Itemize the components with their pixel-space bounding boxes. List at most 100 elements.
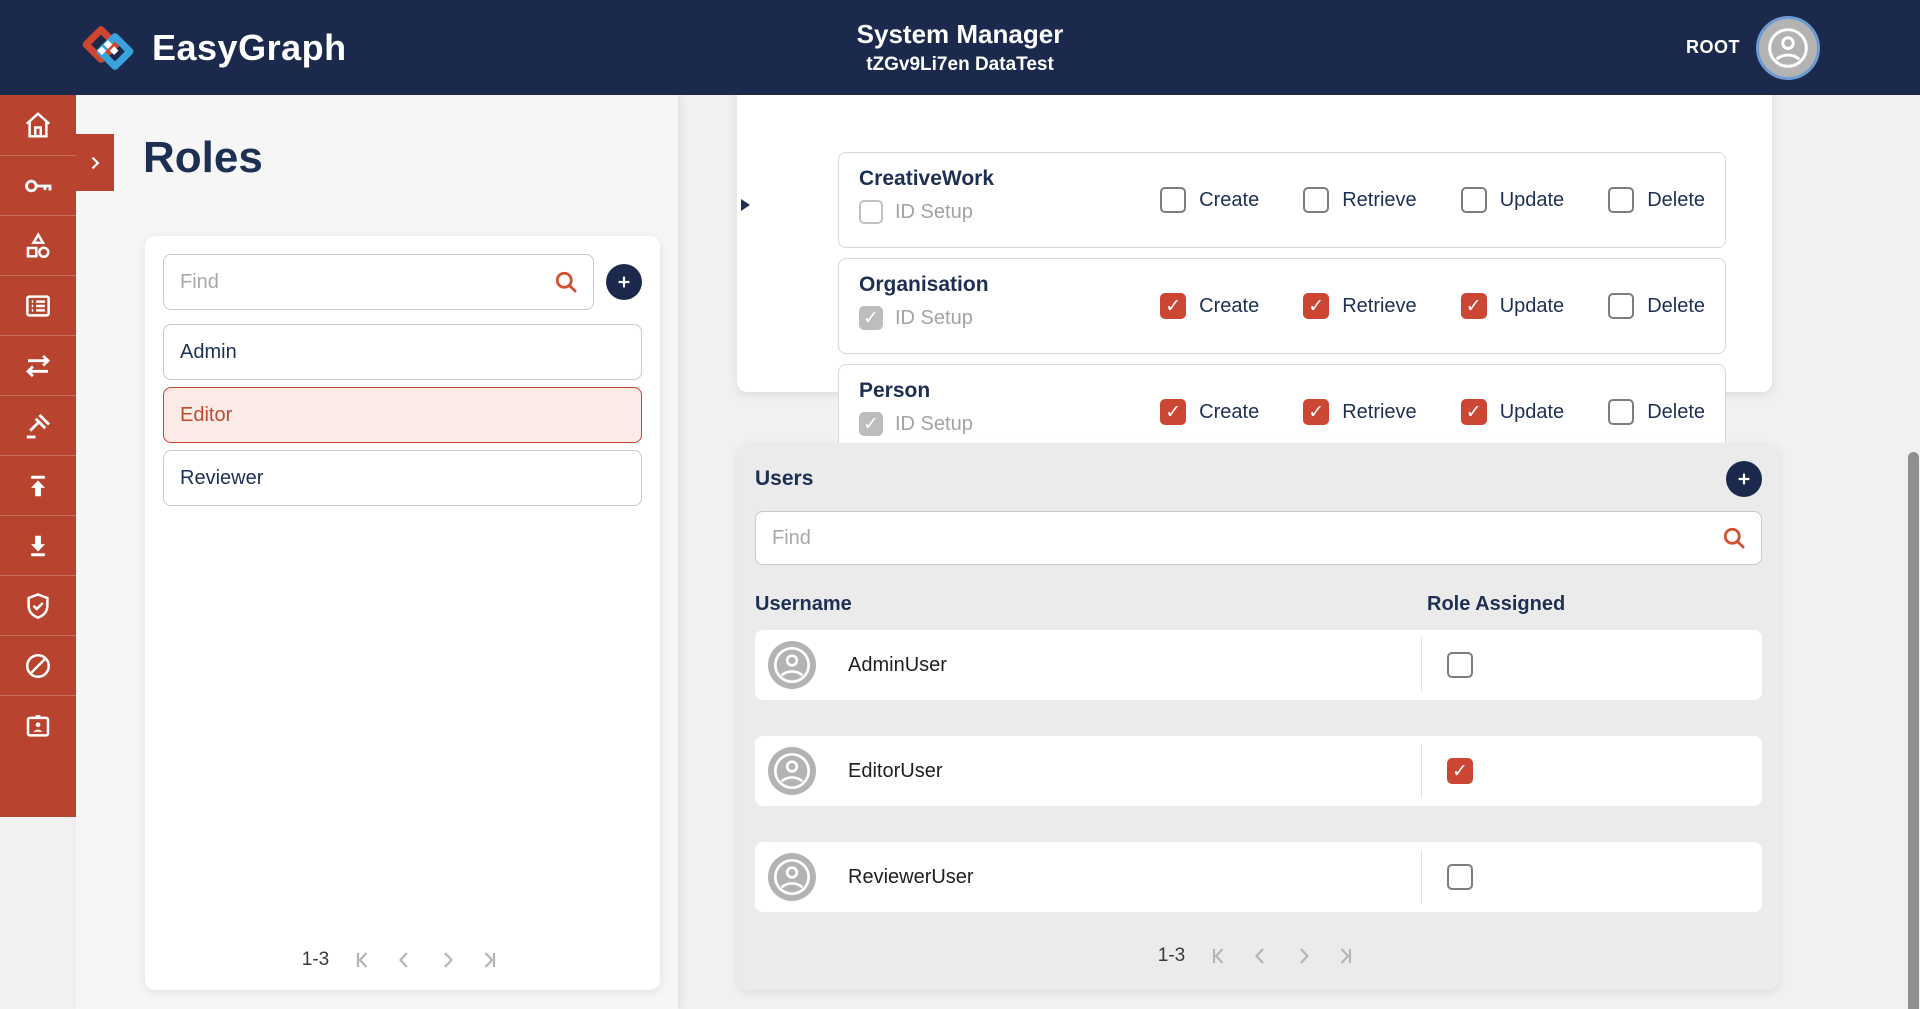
roles-first-page-button[interactable]	[349, 946, 377, 974]
upload-icon	[24, 472, 52, 500]
retrieve-checkbox[interactable]	[1303, 187, 1329, 213]
last-page-icon	[477, 948, 501, 972]
update-label: Update	[1500, 401, 1565, 424]
person-icon	[772, 645, 812, 685]
sidebar-item-security[interactable]	[0, 575, 76, 635]
update-checkbox[interactable]	[1461, 399, 1487, 425]
dataset-subtitle: tZGv9Li7en DataTest	[866, 54, 1054, 76]
retrieve-label: Retrieve	[1342, 401, 1416, 424]
retrieve-label: Retrieve	[1342, 189, 1416, 212]
first-page-icon	[1207, 944, 1231, 968]
users-search-input[interactable]	[755, 511, 1762, 565]
app-header: EasyGraph System Manager tZGv9Li7en Data…	[0, 0, 1920, 95]
gavel-icon	[23, 411, 53, 441]
id-setup-checkbox	[859, 200, 883, 224]
create-label: Create	[1199, 189, 1259, 212]
permission-row-creativework: CreativeWork ID Setup Create Retrieve Up…	[838, 152, 1726, 248]
swap-arrows-icon	[22, 350, 54, 382]
users-pagination: 1-3	[737, 942, 1780, 970]
retrieve-checkbox[interactable]	[1303, 399, 1329, 425]
delete-label: Delete	[1647, 189, 1705, 212]
sidebar-expand-tab[interactable]	[76, 134, 114, 191]
users-title: Users	[755, 467, 813, 491]
roles-next-page-button[interactable]	[433, 946, 461, 974]
permission-row-organisation: Organisation ID Setup Create Retrieve Up…	[838, 258, 1726, 354]
create-checkbox[interactable]	[1160, 399, 1186, 425]
users-last-page-button[interactable]	[1331, 942, 1359, 970]
delete-label: Delete	[1647, 295, 1705, 318]
id-setup-checkbox	[859, 412, 883, 436]
chevron-right-icon	[85, 153, 105, 173]
column-divider	[1421, 638, 1422, 692]
add-user-button[interactable]	[1726, 461, 1762, 497]
users-prev-page-button[interactable]	[1247, 942, 1275, 970]
user-row-adminuser: AdminUser	[755, 630, 1762, 700]
delete-checkbox[interactable]	[1608, 293, 1634, 319]
sidebar-item-blocked[interactable]	[0, 635, 76, 695]
home-icon	[23, 110, 53, 140]
role-item-editor[interactable]: Editor	[163, 387, 642, 443]
delete-checkbox[interactable]	[1608, 399, 1634, 425]
sidebar-item-accounts[interactable]	[0, 695, 76, 755]
person-icon	[772, 857, 812, 897]
roles-last-page-button[interactable]	[475, 946, 503, 974]
delete-label: Delete	[1647, 401, 1705, 424]
sidebar-item-transfer[interactable]	[0, 335, 76, 395]
create-checkbox[interactable]	[1160, 187, 1186, 213]
delete-checkbox[interactable]	[1608, 187, 1634, 213]
column-header-role-assigned: Role Assigned	[1427, 593, 1565, 616]
sidebar-item-build[interactable]	[0, 395, 76, 455]
main-content: CreativeWork ID Setup Create Retrieve Up…	[678, 95, 1920, 1009]
sidebar-item-home[interactable]	[0, 95, 76, 155]
create-label: Create	[1199, 401, 1259, 424]
role-item-admin[interactable]: Admin	[163, 324, 642, 380]
role-item-reviewer[interactable]: Reviewer	[163, 450, 642, 506]
download-icon	[24, 532, 52, 560]
sidebar-item-records[interactable]	[0, 275, 76, 335]
sidebar-item-roles[interactable]	[0, 155, 76, 215]
column-divider	[1421, 744, 1422, 798]
id-setup-label: ID Setup	[895, 201, 973, 224]
plus-icon	[1734, 469, 1754, 489]
users-card: Users Username Role Assigned	[737, 443, 1780, 990]
roles-search-input[interactable]	[163, 254, 594, 310]
roles-card: Admin Editor Reviewer 1-3	[145, 236, 660, 990]
user-avatar[interactable]	[1756, 16, 1820, 80]
sidebar-item-download[interactable]	[0, 515, 76, 575]
ban-icon	[23, 651, 53, 681]
update-checkbox[interactable]	[1461, 187, 1487, 213]
users-first-page-button[interactable]	[1205, 942, 1233, 970]
retrieve-label: Retrieve	[1342, 295, 1416, 318]
roles-prev-page-button[interactable]	[391, 946, 419, 974]
plus-icon	[614, 272, 634, 292]
add-role-button[interactable]	[606, 264, 642, 300]
user-role-label: ROOT	[1686, 37, 1740, 58]
create-checkbox[interactable]	[1160, 293, 1186, 319]
users-page-range: 1-3	[1158, 945, 1185, 967]
user-name: ReviewerUser	[848, 866, 974, 889]
last-page-icon	[1333, 944, 1357, 968]
vertical-scrollbar-thumb[interactable]	[1908, 452, 1919, 1009]
sidebar-item-shapes[interactable]	[0, 215, 76, 275]
id-setup-checkbox	[859, 306, 883, 330]
shield-check-icon	[23, 591, 53, 621]
update-checkbox[interactable]	[1461, 293, 1487, 319]
prev-page-icon	[393, 948, 417, 972]
user-name: EditorUser	[848, 760, 942, 783]
user-avatar	[768, 641, 816, 689]
id-setup-label: ID Setup	[895, 307, 973, 330]
role-assigned-checkbox[interactable]	[1447, 652, 1473, 678]
retrieve-checkbox[interactable]	[1303, 293, 1329, 319]
next-page-icon	[435, 948, 459, 972]
role-assigned-checkbox[interactable]	[1447, 864, 1473, 890]
update-label: Update	[1500, 189, 1565, 212]
search-icon	[1720, 524, 1748, 552]
expand-row-arrow-icon[interactable]	[741, 199, 750, 211]
sidebar-item-upload[interactable]	[0, 455, 76, 515]
id-badge-icon	[23, 711, 53, 741]
users-next-page-button[interactable]	[1289, 942, 1317, 970]
role-assigned-checkbox[interactable]	[1447, 758, 1473, 784]
first-page-icon	[351, 948, 375, 972]
role-list: Admin Editor Reviewer	[163, 324, 642, 506]
next-page-icon	[1291, 944, 1315, 968]
